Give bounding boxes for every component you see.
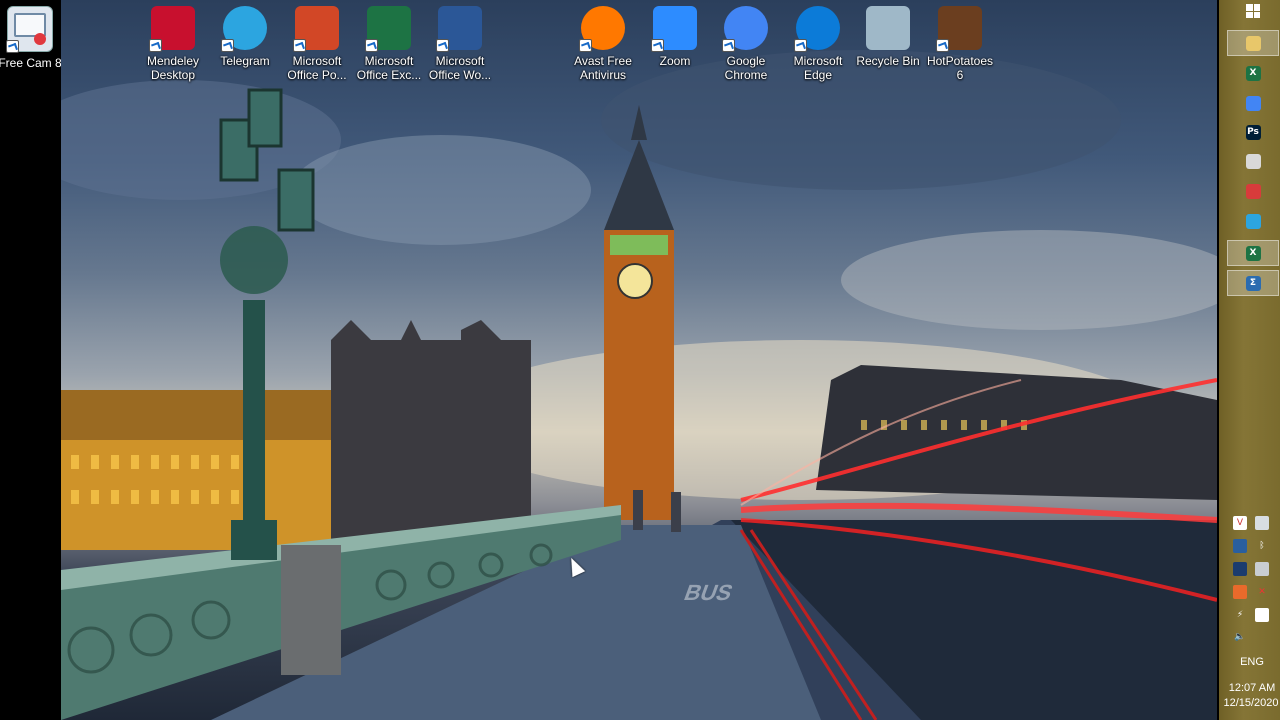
desktop-icon-label: Microsoft Office Po... xyxy=(287,54,347,82)
app-tray-icon[interactable] xyxy=(1233,585,1247,599)
desktop-wallpaper: BUS xyxy=(61,0,1217,720)
desktop-shortcut-excel[interactable]: Microsoft Office Exc... xyxy=(353,0,425,82)
shortcut-arrow-icon xyxy=(579,39,592,52)
taskbar-app-chrome[interactable] xyxy=(1227,90,1279,116)
shortcut-arrow-icon xyxy=(221,39,234,52)
shortcut-arrow-icon xyxy=(936,39,949,52)
speaker-icon[interactable]: 🔈 xyxy=(1233,630,1247,644)
shortcut-arrow-icon xyxy=(149,39,162,52)
chrome-icon xyxy=(722,6,768,52)
shortcut-arrow-icon xyxy=(794,39,807,52)
excel-icon: X xyxy=(1245,245,1261,261)
mendeley-icon xyxy=(149,6,195,52)
network-tray-icon[interactable] xyxy=(1233,539,1247,553)
taskbar: X Ps X Σ V ᛒ ✕ ⚡ 🔈 xyxy=(1217,0,1280,720)
flag-tray-icon[interactable]: ✕ xyxy=(1255,585,1269,599)
file-explorer-icon xyxy=(1245,35,1261,51)
desktop-shortcut-powerpoint[interactable]: Microsoft Office Po... xyxy=(281,0,353,82)
desktop-icon-label: Avast Free Antivirus xyxy=(574,54,632,82)
math-app-icon: Σ xyxy=(1245,275,1261,291)
power-tray-icon[interactable]: ⚡ xyxy=(1233,608,1247,622)
desktop-shortcut-recycle-bin[interactable]: Recycle Bin xyxy=(852,0,924,68)
zoom-icon xyxy=(651,6,697,52)
recorder-icon xyxy=(1245,183,1261,199)
paint-icon xyxy=(1245,153,1261,169)
excel-icon xyxy=(365,6,411,52)
taskbar-app-math-app[interactable]: Σ xyxy=(1227,270,1279,296)
desktop-shortcut-zoom[interactable]: Zoom xyxy=(639,0,711,68)
desktop-shortcut-word[interactable]: Microsoft Office Wo... xyxy=(424,0,496,82)
desktop-shortcut-chrome[interactable]: Google Chrome xyxy=(710,0,782,82)
display-tray-icon[interactable] xyxy=(1233,562,1247,576)
taskbar-app-file-explorer[interactable] xyxy=(1227,30,1279,56)
bluetooth-icon[interactable]: ᛒ xyxy=(1255,539,1269,553)
battery-icon[interactable] xyxy=(1255,608,1269,622)
desktop-shortcut-free-cam[interactable]: Free Cam 8 xyxy=(0,0,66,70)
taskbar-app-recorder[interactable] xyxy=(1227,178,1279,204)
powerpoint-icon xyxy=(293,6,339,52)
desktop-icon-label: Recycle Bin xyxy=(856,54,920,68)
desktop-shortcut-edge[interactable]: Microsoft Edge xyxy=(782,0,854,82)
word-icon xyxy=(436,6,482,52)
device-tray-icon[interactable] xyxy=(1255,562,1269,576)
antivirus-tray-icon[interactable]: V xyxy=(1233,516,1247,530)
desktop-icon-label: Google Chrome xyxy=(724,54,768,82)
shortcut-arrow-icon xyxy=(365,39,378,52)
svg-text:BUS: BUS xyxy=(681,580,737,605)
desktop-shortcut-mendeley[interactable]: Mendeley Desktop xyxy=(137,0,209,82)
desktop-icon-label: Microsoft Office Exc... xyxy=(356,54,422,82)
taskbar-app-photoshop[interactable]: Ps xyxy=(1227,119,1279,145)
desktop-icon-label: Zoom xyxy=(659,54,691,68)
free-cam-icon xyxy=(6,6,53,53)
taskbar-app-excel[interactable]: X xyxy=(1227,240,1279,266)
desktop-shortcut-avast[interactable]: Avast Free Antivirus xyxy=(567,0,639,82)
hotpotatoes-icon xyxy=(936,6,982,52)
desktop-shortcut-hotpotatoes[interactable]: HotPotatoes 6 xyxy=(924,0,996,82)
photoshop-icon: Ps xyxy=(1245,124,1261,140)
taskbar-app-excel[interactable]: X xyxy=(1227,60,1279,86)
desktop-icon-label: Mendeley Desktop xyxy=(146,54,200,82)
desktop-icon-label: Free Cam 8 xyxy=(0,56,62,70)
desktop-shortcut-telegram[interactable]: Telegram xyxy=(209,0,281,68)
desktop-icon-label: Microsoft Edge xyxy=(793,54,843,82)
language-indicator[interactable]: ENG xyxy=(1228,656,1276,668)
desktop-icon-label: Microsoft Office Wo... xyxy=(428,54,492,82)
left-desktop-strip: Free Cam 8 xyxy=(0,0,62,720)
clock-date[interactable]: 12/15/2020 xyxy=(1222,697,1280,709)
telegram-icon xyxy=(1245,213,1261,229)
taskbar-app-telegram[interactable] xyxy=(1227,208,1279,234)
monitor-tray-icon[interactable] xyxy=(1255,516,1269,530)
edge-icon xyxy=(794,6,840,52)
london-wallpaper-image: BUS xyxy=(61,50,1217,720)
shortcut-arrow-icon xyxy=(651,39,664,52)
shortcut-arrow-icon xyxy=(293,39,306,52)
recycle-bin-icon xyxy=(866,6,910,50)
shortcut-arrow-icon xyxy=(436,39,449,52)
chrome-icon xyxy=(1245,95,1261,111)
shortcut-arrow-icon xyxy=(6,40,19,53)
desktop-icon-label: Telegram xyxy=(220,54,270,68)
windows-start-icon[interactable] xyxy=(1246,4,1260,18)
shortcut-arrow-icon xyxy=(722,39,735,52)
telegram-icon xyxy=(221,6,267,52)
excel-icon: X xyxy=(1245,65,1261,81)
clock-time[interactable]: 12:07 AM xyxy=(1224,682,1280,694)
taskbar-app-paint[interactable] xyxy=(1227,148,1279,174)
desktop-icon-label: HotPotatoes 6 xyxy=(926,54,994,82)
avast-icon xyxy=(579,6,625,52)
